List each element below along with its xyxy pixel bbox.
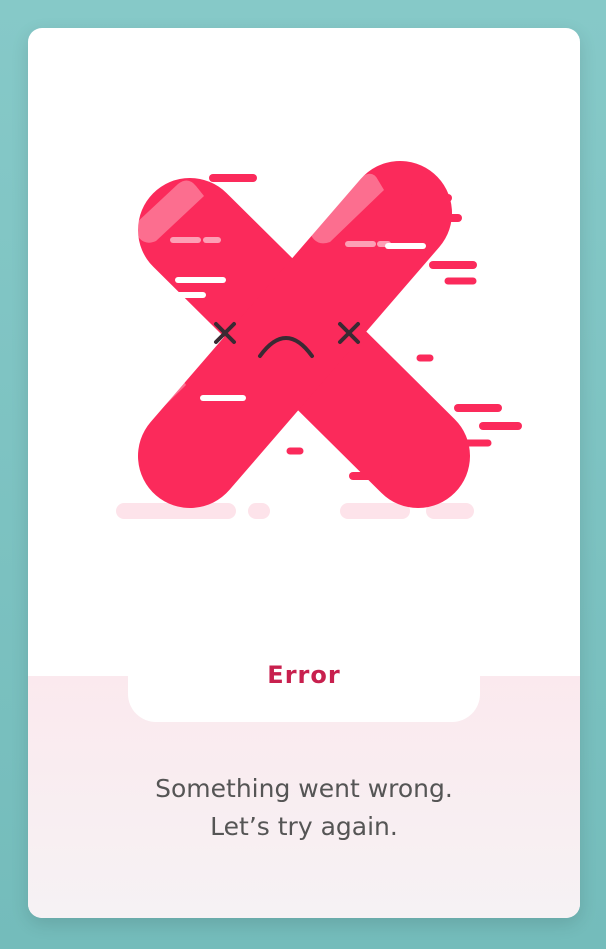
error-message: Something went wrong. Let’s try again. — [28, 770, 580, 846]
error-title: Error — [267, 661, 341, 689]
sad-red-x-icon — [116, 161, 522, 519]
error-message-line-1: Something went wrong. — [155, 774, 453, 803]
error-card: Error Something went wrong. Let’s try ag… — [28, 28, 580, 918]
error-message-line-2: Let’s try again. — [210, 812, 398, 841]
